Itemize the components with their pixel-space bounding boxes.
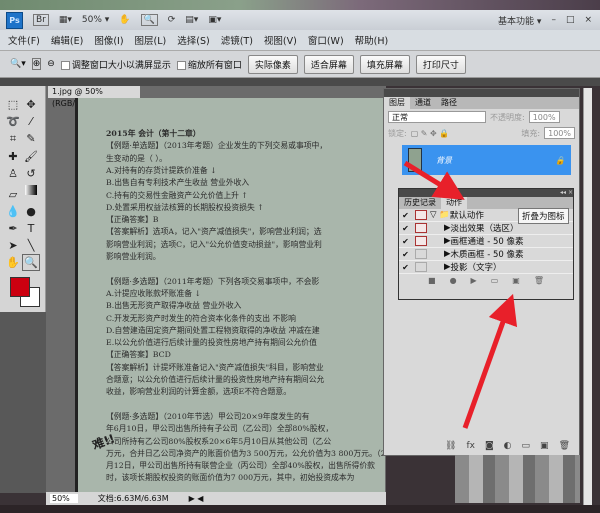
annotation-arrows xyxy=(403,160,518,429)
red-arrow-to-new-action-button xyxy=(462,293,518,429)
foreground-color-swatch[interactable] xyxy=(10,276,30,297)
red-arrow-to-actions-tab xyxy=(403,160,465,200)
